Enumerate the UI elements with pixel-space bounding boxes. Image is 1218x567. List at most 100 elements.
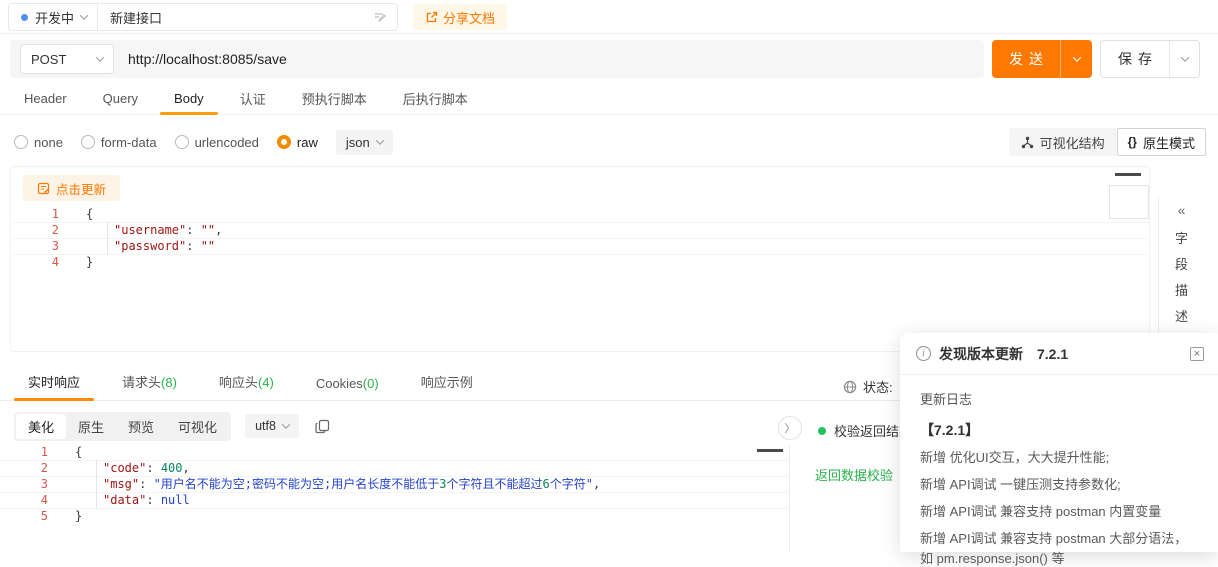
tab-post-script[interactable]: 后执行脚本 (393, 89, 478, 117)
line-number: 4 (0, 493, 48, 508)
status-dot-green (818, 427, 826, 435)
code-line: 2"username": "", (11, 223, 1149, 239)
code-line: 5} (0, 509, 789, 525)
send-label: 发送 (992, 40, 1060, 78)
send-button[interactable]: 发送 (992, 40, 1092, 78)
radio-form-data[interactable]: form-data (81, 135, 157, 150)
tab-pre-script[interactable]: 预执行脚本 (292, 89, 377, 117)
collapse-panel-button[interactable]: 〉 (778, 416, 802, 440)
tab-label: 响应示例 (421, 375, 473, 390)
radio-raw[interactable]: raw (277, 135, 318, 150)
changelog-item: 新增 优化UI交互，大大提升性能; (920, 450, 1198, 466)
minimap (1115, 173, 1141, 176)
radio-icon (14, 135, 28, 149)
raw-mode-label: 原生模式 (1143, 133, 1195, 152)
save-dropdown[interactable] (1169, 41, 1199, 77)
tree-icon (1021, 136, 1034, 149)
line-number: 4 (11, 255, 59, 271)
popup-header: i 发现版本更新 7.2.1 × (900, 333, 1218, 375)
field-description-label[interactable]: 字段描述 (1174, 226, 1190, 330)
tab-body[interactable]: Body (164, 91, 214, 115)
radio-label: none (34, 135, 63, 150)
visual-structure-button[interactable]: 可视化结构 (1009, 128, 1117, 156)
line-number: 2 (0, 461, 48, 476)
raw-mode-button[interactable]: {} 原生模式 (1117, 128, 1206, 156)
changelog-version-heading: 【7.2.1】 (920, 420, 1198, 440)
click-update-label: 点击更新 (56, 179, 106, 198)
tab-header[interactable]: Header (14, 91, 77, 115)
send-dropdown[interactable] (1060, 40, 1092, 78)
url-input[interactable]: http://localhost:8085/save (128, 51, 287, 67)
radio-label: raw (297, 135, 318, 150)
radio-none[interactable]: none (14, 135, 63, 150)
visual-structure-label: 可视化结构 (1040, 133, 1105, 152)
copy-icon (315, 419, 330, 434)
popup-body: 更新日志 【7.2.1】 新增 优化UI交互，大大提升性能; 新增 API调试 一… (900, 375, 1218, 567)
radio-label: urlencoded (195, 135, 259, 150)
copy-button[interactable] (315, 419, 330, 434)
line-number: 2 (11, 223, 59, 238)
line-number: 3 (11, 239, 59, 254)
update-popup: i 发现版本更新 7.2.1 × 更新日志 【7.2.1】 新增 优化UI交互，… (900, 333, 1218, 552)
raw-format-select[interactable]: json (336, 130, 393, 155)
request-url-bar: POST http://localhost:8085/save (10, 40, 984, 78)
tab-realtime-response[interactable]: 实时响应 (14, 372, 94, 400)
code-line: 3"password": "" (11, 239, 1149, 255)
share-doc-label: 分享文档 (443, 8, 495, 27)
click-update-button[interactable]: 点击更新 (23, 175, 120, 201)
changelog-title: 更新日志 (920, 389, 1198, 408)
validation-link[interactable]: 返回数据校验 (815, 465, 893, 484)
update-icon (37, 182, 50, 195)
view-visual[interactable]: 可视化 (166, 414, 229, 439)
response-body-editor[interactable]: 1{2"code": 400,3"msg": "用户名不能为空;密码不能为空;用… (0, 445, 790, 552)
code-line: 4"data": null (0, 493, 789, 509)
code-line: 2"code": 400, (0, 461, 789, 477)
minimap-viewport[interactable] (1109, 185, 1149, 219)
chevron-down-icon (80, 11, 88, 19)
popup-version: 7.2.1 (1037, 346, 1068, 362)
code-line: 1{ (0, 445, 789, 461)
globe-icon (843, 380, 857, 394)
tab-query[interactable]: Query (93, 91, 148, 115)
close-icon[interactable]: × (1190, 347, 1204, 361)
api-status-select[interactable]: 开发中 (9, 4, 98, 30)
chevron-down-icon (96, 53, 104, 61)
request-tabs: Header Query Body 认证 预执行脚本 后执行脚本 (0, 84, 1218, 115)
encoding-select[interactable]: utf8 (245, 414, 299, 438)
chevron-down-icon (282, 420, 290, 428)
changelog-item: 新增 API调试 一键压测支持参数化; (920, 477, 1198, 493)
view-preview[interactable]: 预览 (116, 414, 166, 439)
changelog-item: 如 pm.response.json() 等 (920, 551, 1198, 567)
status-dot (21, 14, 28, 21)
line-number: 5 (0, 509, 48, 525)
code-line: 4} (11, 255, 1149, 271)
radio-selected-icon (277, 135, 291, 149)
api-title-group: 开发中 新建接口 (8, 3, 398, 31)
api-title-input[interactable]: 新建接口 (98, 8, 373, 27)
raw-format-label: json (346, 135, 370, 150)
view-beautify[interactable]: 美化 (16, 414, 66, 439)
radio-label: form-data (101, 135, 157, 150)
tab-auth[interactable]: 认证 (230, 89, 276, 117)
edit-icon[interactable] (373, 10, 387, 24)
method-select[interactable]: POST (20, 44, 114, 74)
view-raw[interactable]: 原生 (66, 414, 116, 439)
tab-response-headers[interactable]: 响应头(4) (205, 372, 288, 400)
tab-count: (8) (161, 375, 177, 390)
chevron-down-icon (1072, 53, 1080, 61)
collapse-left-icon[interactable]: « (1159, 202, 1204, 218)
changelog-list: 新增 优化UI交互，大大提升性能;新增 API调试 一键压测支持参数化;新增 A… (920, 450, 1198, 567)
minimap (757, 449, 783, 452)
line-number: 1 (11, 207, 59, 222)
radio-urlencoded[interactable]: urlencoded (175, 135, 259, 150)
tab-cookies[interactable]: Cookies(0) (302, 376, 393, 400)
response-toolbar: 美化 原生 预览 可视化 utf8 (14, 412, 330, 440)
tab-response-example[interactable]: 响应示例 (407, 372, 487, 400)
line-number: 1 (0, 445, 48, 460)
popup-title: 发现版本更新 (939, 344, 1023, 364)
share-doc-button[interactable]: 分享文档 (413, 4, 507, 30)
save-button[interactable]: 保存 (1101, 41, 1169, 77)
tab-request-headers[interactable]: 请求头(8) (108, 372, 191, 400)
response-code: 1{2"code": 400,3"msg": "用户名不能为空;密码不能为空;用… (0, 445, 789, 525)
request-body-editor[interactable]: 1{2"username": "",3"password": ""4} (11, 207, 1149, 349)
